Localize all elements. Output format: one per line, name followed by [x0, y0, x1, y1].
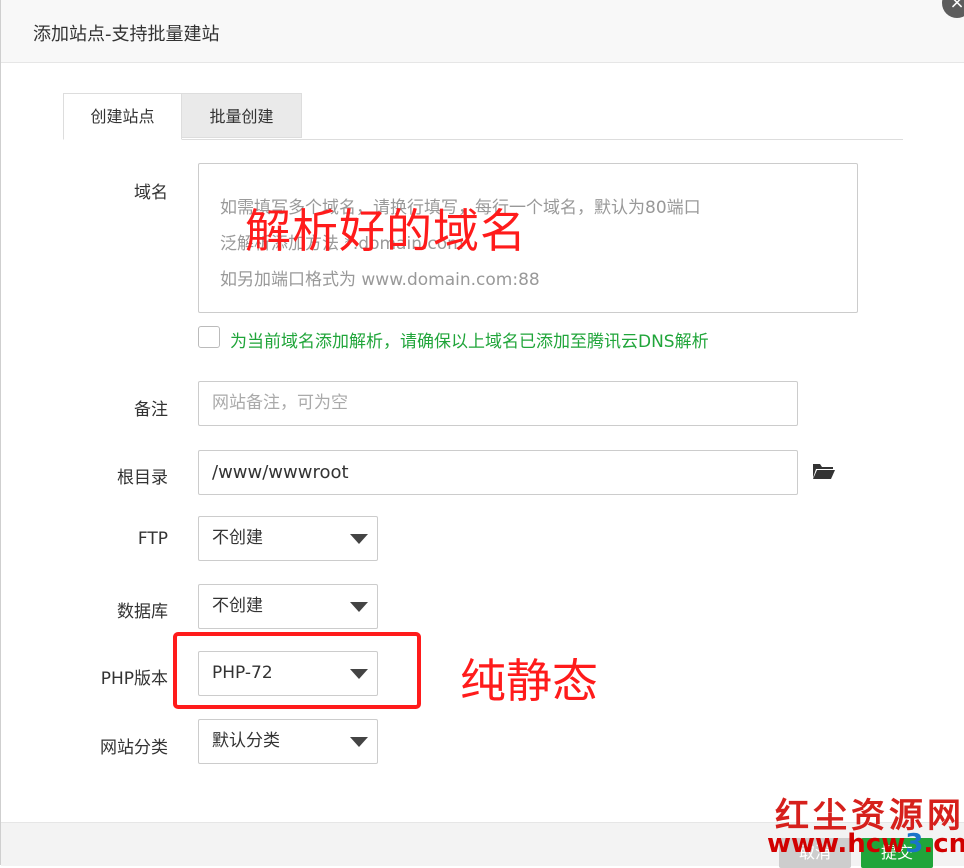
dialog-titlebar: 添加站点-支持批量建站: [1, 0, 964, 63]
annotation-php-highlight-box: [173, 632, 421, 709]
remark-input[interactable]: 网站备注，可为空: [198, 381, 798, 426]
watermark-url: www.hcw3.cn: [767, 829, 964, 859]
site-category-label: 网站分类: [100, 738, 168, 758]
dialog-title: 添加站点-支持批量建站: [33, 24, 220, 45]
remark-label: 备注: [134, 400, 168, 420]
domain-placeholder-line-3: 如另加端口格式为 www.domain.com:88: [220, 270, 540, 290]
root-dir-input[interactable]: /www/wwwroot: [198, 450, 798, 495]
ftp-select-value: 不创建: [212, 528, 263, 548]
ftp-select[interactable]: 不创建: [198, 516, 378, 561]
chevron-down-icon: [350, 737, 368, 747]
chevron-down-icon: [350, 602, 368, 612]
tab-create-site[interactable]: 创建站点: [63, 93, 182, 140]
add-site-dialog: 添加站点-支持批量建站 × 创建站点 批量创建 域名 如需填写多个域名，请换行填…: [0, 0, 964, 868]
database-select-value: 不创建: [212, 596, 263, 616]
domain-label: 域名: [134, 183, 168, 203]
watermark-logo: 红尘资源网 www.hcw3.cn: [761, 782, 964, 865]
annotation-php-note: 纯静态: [460, 654, 598, 708]
root-dir-label: 根目录: [117, 468, 168, 488]
annotation-domain-note: 解析好的域名: [245, 204, 527, 258]
database-select[interactable]: 不创建: [198, 584, 378, 629]
dns-checkbox-label[interactable]: 为当前域名添加解析，请确保以上域名已添加至腾讯云DNS解析: [230, 327, 709, 352]
tab-bar: 创建站点 批量创建: [63, 93, 903, 140]
tab-batch-create[interactable]: 批量创建: [182, 93, 302, 138]
chevron-down-icon: [350, 534, 368, 544]
ftp-label: FTP: [137, 529, 168, 549]
site-category-select[interactable]: 默认分类: [198, 719, 378, 764]
dns-checkbox[interactable]: [198, 326, 220, 348]
folder-open-icon[interactable]: [812, 461, 836, 481]
php-version-label: PHP版本: [100, 669, 168, 689]
site-category-select-value: 默认分类: [212, 731, 280, 751]
database-label: 数据库: [117, 602, 168, 622]
